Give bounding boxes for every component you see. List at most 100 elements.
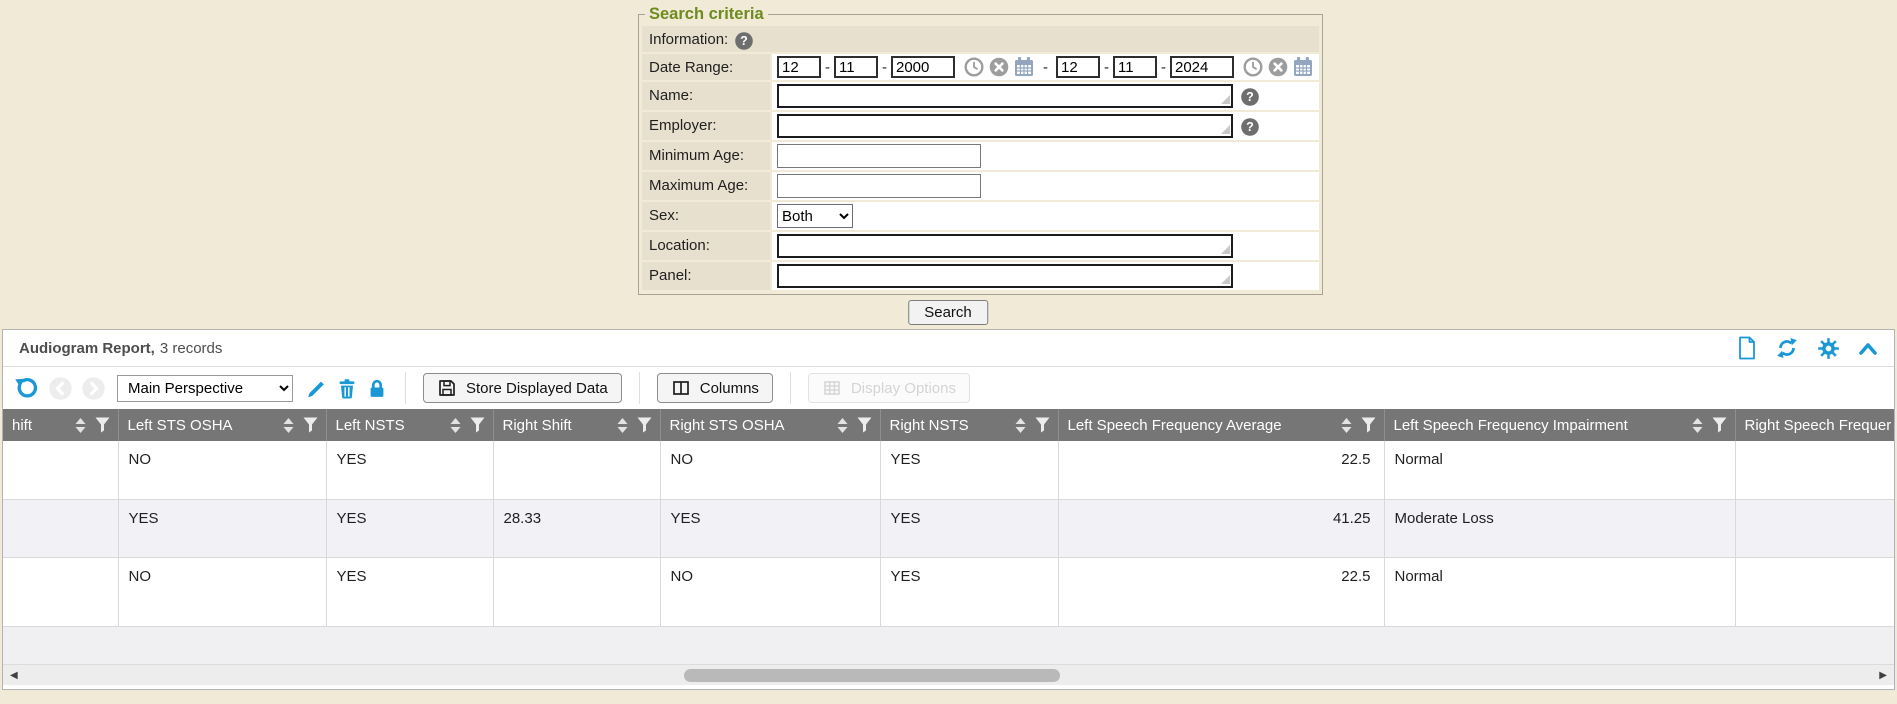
search-button[interactable]: Search [908,300,988,325]
help-icon[interactable]: ? [734,31,754,51]
columns-button-label: Columns [700,380,759,397]
sort-icon[interactable] [450,417,461,434]
filter-icon[interactable] [1035,417,1050,433]
column-header-left-speech-frequency-impairment[interactable]: Left Speech Frequency Impairment [1384,409,1735,441]
filter-icon[interactable] [470,417,485,433]
column-header-right-nsts[interactable]: Right NSTS [880,409,1058,441]
location-label: Location: [649,236,710,256]
column-header-left-sts-osha[interactable]: Left STS OSHA [118,409,326,441]
search-criteria-legend: Search criteria [645,5,768,24]
to-year-input[interactable] [1170,56,1234,78]
name-label: Name: [649,86,693,106]
sex-label: Sex: [649,206,679,226]
columns-icon [671,378,691,398]
collapse-panel-icon[interactable] [1858,341,1878,356]
grid-icon [822,378,842,398]
from-day-input[interactable] [834,56,878,78]
sort-icon[interactable] [617,417,628,434]
sort-icon[interactable] [75,417,86,434]
report-toolbar: Main Perspective Store Displayed Data [3,367,1894,409]
sort-icon[interactable] [1015,417,1026,434]
grid-empty-area [3,627,1894,665]
column-header-right-shift[interactable]: Right Shift [493,409,660,441]
store-displayed-data-button[interactable]: Store Displayed Data [423,373,622,403]
date-range-label: Date Range: [649,58,733,78]
clock-icon[interactable] [1242,56,1264,78]
edit-pencil-icon[interactable] [305,377,328,400]
max-age-label: Maximum Age: [649,176,748,196]
sort-icon[interactable] [1692,417,1703,434]
resize-grip[interactable] [1221,125,1230,134]
name-row: Name: ? [642,82,1319,110]
resize-grip[interactable] [1221,275,1230,284]
filter-icon[interactable] [637,417,652,433]
horizontal-scrollbar[interactable]: ◀ ▶ [3,664,1894,685]
clear-date-icon[interactable] [988,56,1010,78]
resize-grip[interactable] [1221,245,1230,254]
table-row[interactable]: NO YES NO YES 22.5 Normal [3,441,1894,499]
lock-icon[interactable] [366,377,388,400]
report-title: Audiogram Report, [19,340,155,357]
sort-icon[interactable] [1341,417,1352,434]
perspective-select[interactable]: Main Perspective [117,375,293,402]
clock-icon[interactable] [963,56,985,78]
from-year-input[interactable] [891,56,955,78]
toolbar-separator [639,372,640,404]
column-header-left-shift[interactable]: hift [3,409,118,441]
sex-select[interactable]: Both [777,204,853,228]
column-header-left-nsts[interactable]: Left NSTS [326,409,493,441]
svg-text:?: ? [740,34,748,48]
information-label: Information: [649,30,728,50]
sort-icon[interactable] [283,417,294,434]
gear-icon[interactable] [1817,337,1840,360]
new-document-icon[interactable] [1737,336,1757,360]
calendar-icon[interactable] [1013,56,1035,78]
column-header-left-speech-frequency-average[interactable]: Left Speech Frequency Average [1058,409,1384,441]
toolbar-separator [790,372,791,404]
help-icon[interactable]: ? [1240,87,1260,107]
name-input[interactable] [777,84,1233,108]
undo-icon[interactable] [13,375,40,402]
min-age-input[interactable] [777,144,981,168]
save-icon [437,378,457,398]
column-header-right-speech-frequency[interactable]: Right Speech Frequer [1735,409,1894,441]
table-row[interactable]: YES YES 28.33 YES YES 41.25 Moderate Los… [3,499,1894,557]
scroll-left-arrow-icon[interactable]: ◀ [10,669,18,682]
display-options-label: Display Options [851,380,956,397]
sort-icon[interactable] [837,417,848,434]
scrollbar-thumb[interactable] [684,669,1060,682]
date-range-row: Date Range: - - - - [642,54,1319,80]
filter-icon[interactable] [303,417,318,433]
panel-label: Panel: [649,266,692,286]
resize-grip[interactable] [1221,95,1230,104]
refresh-icon[interactable] [1775,336,1799,360]
filter-icon[interactable] [857,417,872,433]
toolbar-separator [405,372,406,404]
employer-input[interactable] [777,114,1233,138]
max-age-input[interactable] [777,174,981,198]
panel-bottom-padding [3,685,1894,689]
calendar-icon[interactable] [1292,56,1314,78]
table-viewport: hift Left STS OSHA Left NSTS [3,409,1894,627]
scroll-right-arrow-icon[interactable]: ▶ [1879,669,1887,682]
to-day-input[interactable] [1113,56,1157,78]
filter-icon[interactable] [1361,417,1376,433]
display-options-button[interactable]: Display Options [808,373,970,403]
table-row[interactable]: NO YES NO YES 22.5 Normal [3,557,1894,626]
delete-trash-icon[interactable] [336,377,358,400]
location-input[interactable] [777,234,1233,258]
help-icon[interactable]: ? [1240,117,1260,137]
columns-button[interactable]: Columns [657,373,773,403]
to-month-input[interactable] [1056,56,1100,78]
previous-icon[interactable] [48,376,73,401]
filter-icon[interactable] [1712,417,1727,433]
filter-icon[interactable] [95,417,110,433]
column-header-right-sts-osha[interactable]: Right STS OSHA [660,409,880,441]
from-month-input[interactable] [777,56,821,78]
range-dash: - [1043,59,1048,76]
clear-date-icon[interactable] [1267,56,1289,78]
employer-label: Employer: [649,116,717,136]
next-icon[interactable] [81,376,106,401]
table-header-row: hift Left STS OSHA Left NSTS [3,409,1894,441]
panel-input[interactable] [777,264,1233,288]
